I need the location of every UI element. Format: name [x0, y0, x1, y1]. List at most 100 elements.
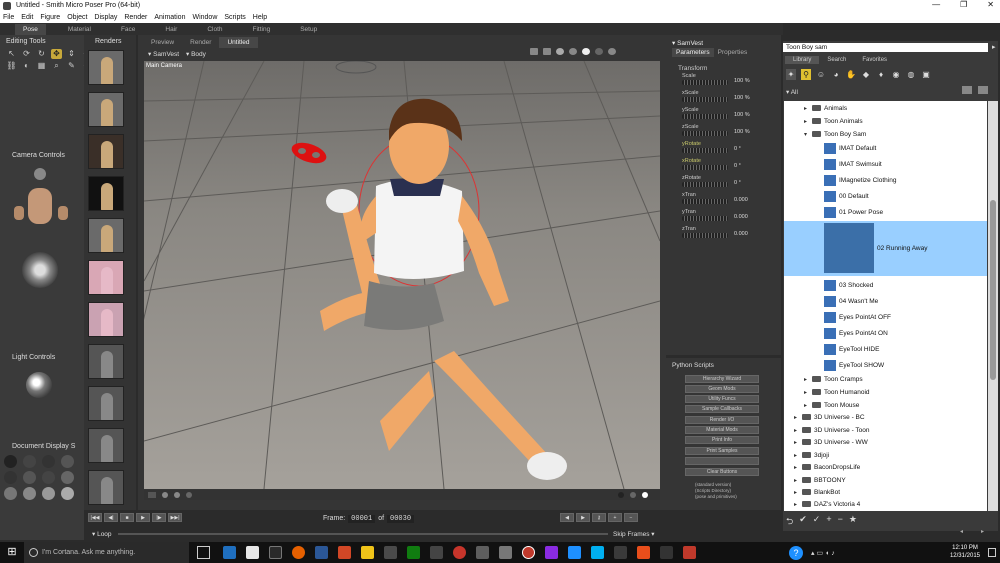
script-button[interactable]: Sample Callbacks: [685, 405, 759, 413]
display-style-icon[interactable]: [61, 455, 74, 468]
library-pose-item[interactable]: 03 Shocked: [784, 278, 987, 294]
tab-material[interactable]: Material: [60, 24, 99, 35]
apply-check-icon[interactable]: ✔: [799, 514, 807, 530]
3d-viewport[interactable]: Main Camera: [144, 61, 660, 489]
expressions-category-icon[interactable]: ☺: [816, 69, 826, 80]
library-root[interactable]: ▾ All: [786, 88, 798, 96]
scenes-category-icon[interactable]: ▣: [921, 69, 931, 80]
library-folder[interactable]: ▸ 3D Universe - BC: [784, 412, 987, 424]
script-button[interactable]: Material Mods: [685, 426, 759, 434]
light-trackball-icon[interactable]: [26, 372, 52, 398]
display-style-icon[interactable]: [61, 471, 74, 484]
element-style-icon[interactable]: [174, 492, 180, 498]
thumbnail-view-icon[interactable]: [962, 86, 972, 94]
camera-head-icon[interactable]: [34, 168, 46, 180]
param-dial[interactable]: [682, 233, 728, 238]
param-row-ztran[interactable]: zTran 0.000: [682, 226, 772, 239]
sketch-render-icon[interactable]: [582, 48, 590, 55]
step-forward-button[interactable]: |▶: [152, 513, 166, 522]
select-tool-icon[interactable]: ↖: [6, 49, 17, 59]
param-row-zscale[interactable]: zScale 100 %: [682, 124, 772, 137]
quick-render-icon[interactable]: [556, 48, 564, 55]
taskbar-clock[interactable]: 12:10 PM 12/31/2015: [950, 544, 980, 560]
param-row-xrotate[interactable]: xRotate 0 °: [682, 158, 772, 171]
tab-cloth[interactable]: Cloth: [199, 24, 230, 35]
library-pose-item[interactable]: IMAT Default: [784, 141, 987, 157]
figure-style-icon[interactable]: [162, 492, 168, 498]
camera-icon[interactable]: [530, 48, 538, 55]
taskbar-app-icon[interactable]: [407, 546, 420, 559]
poses-category-icon[interactable]: ⚲: [801, 69, 811, 80]
taskbar-app-icon[interactable]: [545, 546, 558, 559]
render-thumbnail[interactable]: [88, 50, 124, 85]
script-button[interactable]: Print Info: [685, 436, 759, 444]
param-row-yrotate[interactable]: yRotate 0 °: [682, 141, 772, 154]
taskbar-app-icon[interactable]: [338, 546, 351, 559]
toggle-dot-icon[interactable]: [630, 492, 636, 498]
render-thumbnail[interactable]: [88, 386, 124, 421]
figures-category-icon[interactable]: ✦: [786, 69, 796, 80]
display-style-icon[interactable]: [4, 487, 17, 500]
param-dial[interactable]: [682, 97, 728, 102]
menu-help[interactable]: Help: [253, 14, 267, 21]
actor-menu[interactable]: ▾ Body: [186, 50, 206, 58]
display-style-icon[interactable]: [23, 455, 36, 468]
camera-body-icon[interactable]: [28, 188, 52, 224]
ground-shadow-icon[interactable]: [148, 492, 156, 498]
total-frames-field[interactable]: 00030: [387, 515, 415, 523]
tab-library[interactable]: Library: [785, 56, 820, 64]
view-magnifier-icon[interactable]: ⌕: [51, 61, 62, 71]
library-folder[interactable]: ▸ 3djoji: [784, 450, 987, 462]
taskbar-app-icon[interactable]: [499, 546, 512, 559]
param-dial[interactable]: [682, 216, 728, 221]
apply-replace-icon[interactable]: ⮌: [786, 514, 793, 530]
taskbar-app-icon[interactable]: [453, 546, 466, 559]
tab-preview[interactable]: Preview: [143, 37, 182, 48]
menu-object[interactable]: Object: [67, 14, 87, 21]
morph-tool-icon[interactable]: ✎: [66, 61, 77, 71]
param-row-ytran[interactable]: yTran 0.000: [682, 209, 772, 222]
library-pose-item[interactable]: EyeTool SHOW: [784, 358, 987, 374]
tab-favorites[interactable]: Favorites: [854, 56, 895, 64]
param-dial[interactable]: [682, 114, 728, 119]
library-pose-item[interactable]: Eyes PointAt OFF: [784, 310, 987, 326]
taskbar-app-icon[interactable]: [660, 546, 673, 559]
close-button[interactable]: ✕: [987, 0, 994, 9]
tab-properties[interactable]: Properties: [714, 48, 752, 57]
param-row-xtran[interactable]: xTran 0.000: [682, 192, 772, 205]
taskbar-app-icon[interactable]: [476, 546, 489, 559]
script-button[interactable]: Render I/O: [685, 416, 759, 424]
param-actor[interactable]: ▾ SamVest: [672, 39, 703, 47]
library-folder[interactable]: ▸ Toon Animals: [784, 116, 987, 128]
scroll-left-icon[interactable]: ◂: [960, 528, 963, 535]
clear-buttons-button[interactable]: Clear Buttons: [685, 468, 759, 476]
script-button[interactable]: Utility Funcs: [685, 395, 759, 403]
library-search-input[interactable]: Toon Boy sam: [783, 43, 988, 52]
hair-category-icon[interactable]: ◕: [831, 69, 841, 80]
taskbar-app-icon[interactable]: [430, 546, 443, 559]
display-style-icon[interactable]: [4, 471, 17, 484]
library-folder[interactable]: ▸ DAZ's Victoria 4: [784, 499, 987, 511]
toggle-dot-icon[interactable]: [642, 492, 648, 498]
display-style-icon[interactable]: [23, 471, 36, 484]
taskbar-app-icon[interactable]: [361, 546, 374, 559]
tab-fitting[interactable]: Fitting: [245, 24, 279, 35]
taskbar-app-icon[interactable]: [384, 546, 397, 559]
cortana-search-input[interactable]: I'm Cortana. Ask me anything.: [24, 542, 189, 563]
preview-icon[interactable]: [608, 48, 616, 55]
render-thumbnail[interactable]: [88, 176, 124, 211]
camera-right-hand-icon[interactable]: [58, 206, 68, 220]
figure-menu[interactable]: ▾ SamVest: [148, 50, 179, 58]
param-row-yscale[interactable]: yScale 100 %: [682, 107, 772, 120]
color-tool-icon[interactable]: ◐: [21, 61, 32, 71]
list-view-icon[interactable]: [978, 86, 988, 94]
paint-icon[interactable]: [186, 492, 192, 498]
render-thumbnail[interactable]: [88, 92, 124, 127]
translate-tool-icon[interactable]: ✥: [51, 49, 62, 59]
script-button[interactable]: Hierarchy Wizard: [685, 375, 759, 383]
library-pose-item[interactable]: 01 Power Pose: [784, 205, 987, 221]
task-view-icon[interactable]: [197, 546, 210, 559]
display-style-icon[interactable]: [61, 487, 74, 500]
render-thumbnail[interactable]: [88, 344, 124, 379]
hands-category-icon[interactable]: ✋: [846, 69, 856, 80]
